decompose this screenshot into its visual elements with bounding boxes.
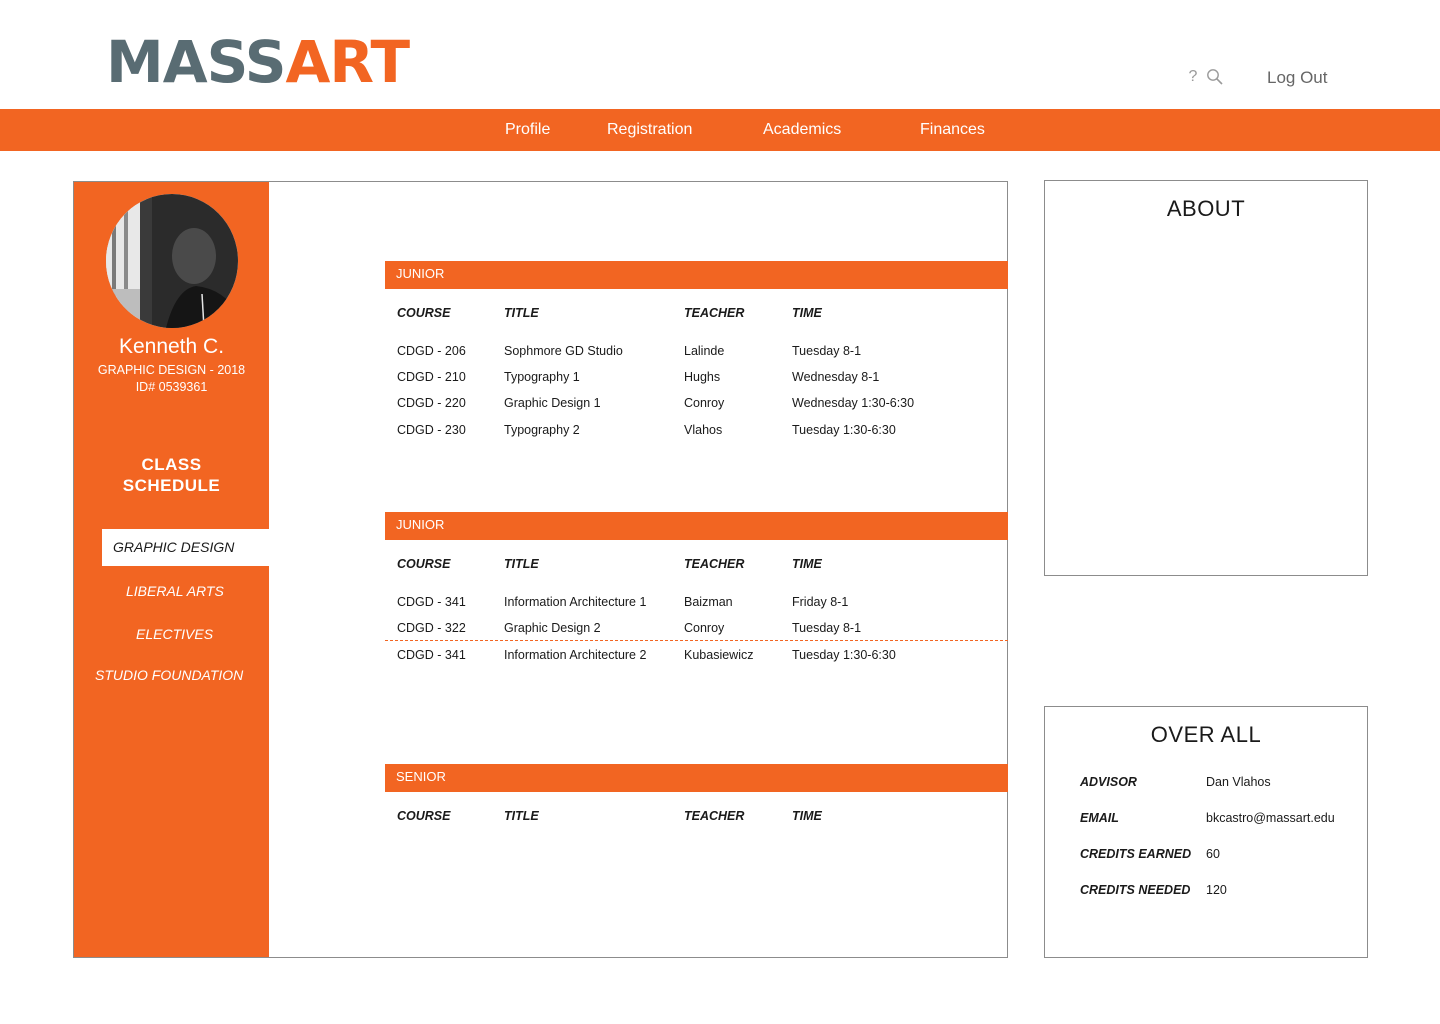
student-id: ID# 0539361 [135, 380, 208, 394]
course-time: Tuesday 8-1 [792, 344, 862, 358]
schedule-title-line2: SCHEDULE [122, 476, 221, 495]
nav-finances[interactable]: Finances [920, 109, 985, 151]
course-teacher: Conroy [684, 621, 725, 635]
advisor-value: Dan Vlahos [1206, 775, 1271, 789]
col-course: COURSE [397, 809, 451, 823]
student-name: Kenneth C. [118, 335, 225, 358]
course-teacher: Kubasiewicz [684, 648, 754, 662]
year-header: SENIOR [385, 764, 1008, 792]
massart-logo[interactable]: MASS ART [106, 28, 411, 96]
course-time: Wednesday 8-1 [792, 370, 880, 384]
course-title: Typography 1 [504, 370, 580, 384]
course-code: CDGD - 341 [397, 595, 466, 609]
avatar-photo [106, 194, 238, 328]
col-title: TITLE [504, 306, 539, 320]
sidebar-item-electives[interactable]: ELECTIVES [136, 626, 213, 642]
credits-earned-value: 60 [1206, 847, 1220, 861]
course-title: Sophmore GD Studio [504, 344, 623, 358]
col-course: COURSE [397, 557, 451, 571]
course-teacher: Baizman [684, 595, 733, 609]
nav-academics[interactable]: Academics [763, 109, 841, 151]
credits-needed-label: CREDITS NEEDED [1080, 883, 1191, 897]
student-program: GRAPHIC DESIGN - 2018 [97, 363, 246, 377]
course-code: CDGD - 230 [397, 423, 466, 437]
course-time: Friday 8-1 [792, 595, 849, 609]
nav-profile[interactable]: Profile [505, 109, 550, 151]
about-panel: ABOUT [1044, 180, 1368, 576]
row-divider [385, 640, 1008, 641]
nav-registration[interactable]: Registration [607, 109, 692, 151]
avatar [106, 194, 238, 328]
credits-earned-label: CREDITS EARNED [1080, 847, 1192, 861]
course-time: Tuesday 8-1 [792, 621, 862, 635]
col-time: TIME [792, 809, 822, 823]
course-code: CDGD - 341 [397, 648, 466, 662]
course-time: Tuesday 1:30-6:30 [792, 648, 896, 662]
course-code: CDGD - 220 [397, 396, 466, 410]
sidebar-item-graphic-design[interactable]: GRAPHIC DESIGN [102, 529, 269, 566]
col-time: TIME [792, 306, 822, 320]
year-header: JUNIOR [385, 512, 1008, 540]
class-schedule-title: CLASS SCHEDULE [74, 454, 269, 496]
search-icon[interactable] [1206, 68, 1224, 86]
credits-needed-value: 120 [1206, 883, 1227, 897]
course-title: Graphic Design 1 [504, 396, 601, 410]
top-nav: Profile Registration Academics Finances [0, 109, 1440, 151]
course-teacher: Lalinde [684, 344, 725, 358]
email-label: EMAIL [1080, 811, 1119, 825]
course-title: Information Architecture 1 [504, 595, 647, 609]
col-teacher: TEACHER [684, 306, 745, 320]
advisor-label: ADVISOR [1080, 775, 1137, 789]
help-icon[interactable]: ? [1186, 68, 1200, 86]
col-teacher: TEACHER [684, 557, 745, 571]
logo-art: ART [285, 28, 411, 96]
course-title: Information Architecture 2 [504, 648, 647, 662]
course-teacher: Hughs [684, 370, 721, 384]
year-header: JUNIOR [385, 261, 1008, 289]
course-code: CDGD - 206 [397, 344, 466, 358]
schedule-title-line1: CLASS [141, 455, 202, 474]
course-time: Tuesday 1:30-6:30 [792, 423, 896, 437]
schedule-panel: Kenneth C. GRAPHIC DESIGN - 2018 ID# 053… [73, 181, 1008, 958]
sidebar: Kenneth C. GRAPHIC DESIGN - 2018 ID# 053… [74, 182, 269, 957]
about-title: ABOUT [1166, 196, 1246, 221]
course-title: Typography 2 [504, 423, 580, 437]
overall-title: OVER ALL [1150, 722, 1262, 747]
col-course: COURSE [397, 306, 451, 320]
col-teacher: TEACHER [684, 809, 745, 823]
logout-link[interactable]: Log Out [1267, 68, 1328, 88]
col-time: TIME [792, 557, 822, 571]
sidebar-item-studio-foundation[interactable]: STUDIO FOUNDATION [95, 667, 243, 683]
email-value[interactable]: bkcastro@massart.edu [1206, 811, 1335, 825]
course-teacher: Vlahos [684, 423, 723, 437]
col-title: TITLE [504, 809, 539, 823]
course-teacher: Conroy [684, 396, 725, 410]
course-code: CDGD - 210 [397, 370, 466, 384]
course-code: CDGD - 322 [397, 621, 466, 635]
sidebar-item-liberal-arts[interactable]: LIBERAL ARTS [126, 583, 224, 599]
overall-panel: OVER ALL ADVISOR Dan Vlahos EMAIL bkcast… [1044, 706, 1368, 958]
header-tools: ? [1186, 68, 1224, 86]
course-time: Wednesday 1:30-6:30 [792, 396, 915, 410]
col-title: TITLE [504, 557, 539, 571]
logo-mass: MASS [106, 28, 287, 96]
course-title: Graphic Design 2 [504, 621, 601, 635]
